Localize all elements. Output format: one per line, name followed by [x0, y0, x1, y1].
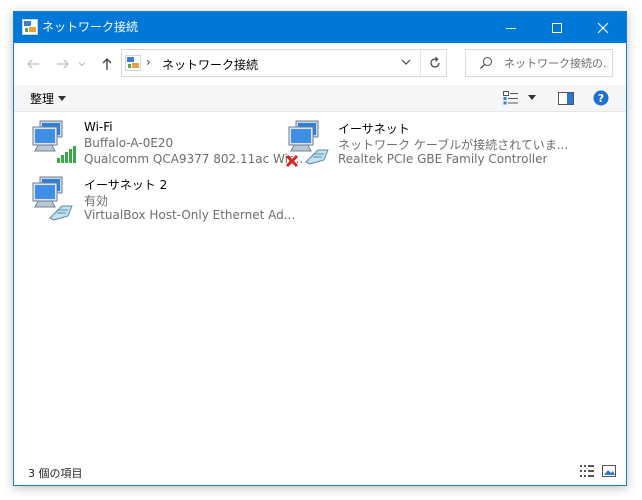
ethernet-disconnected-icon — [284, 120, 334, 170]
minimize-button[interactable] — [488, 12, 534, 43]
large-icons-view-icon — [602, 465, 616, 477]
search-box[interactable] — [465, 49, 613, 77]
arrow-left-icon — [27, 59, 39, 69]
navigation-bar: › ネットワーク接続 — [14, 43, 626, 85]
connection-network: Buffalo-A-0E20 — [84, 136, 174, 150]
recent-locations-button[interactable] — [77, 55, 87, 73]
connection-item-ethernet-2[interactable]: イーサネット 2 有効 VirtualBox Host-Only Etherne… — [30, 176, 295, 228]
connection-name: イーサネット — [338, 122, 410, 136]
minimize-icon — [506, 27, 516, 29]
control-panel-icon — [125, 55, 141, 71]
connection-device: Qualcomm QCA9377 802.11ac Wir... — [84, 152, 304, 166]
item-count: 3 個の項目 — [28, 467, 83, 480]
close-icon — [597, 22, 609, 33]
svg-text:?: ? — [598, 92, 604, 105]
refresh-icon — [429, 56, 440, 68]
help-icon: ? — [593, 90, 609, 106]
address-bar[interactable]: › ネットワーク接続 — [121, 49, 447, 77]
title-bar[interactable]: ネットワーク接続 — [14, 12, 626, 43]
command-bar: 整理 ? — [14, 85, 626, 112]
connection-status: ネットワーク ケーブルが接続されていま... — [338, 138, 569, 152]
maximize-button[interactable] — [534, 12, 580, 43]
status-bar: 3 個の項目 — [14, 460, 626, 485]
connection-device: Realtek PCIe GBE Family Controller — [338, 152, 548, 166]
help-button[interactable]: ? — [592, 89, 610, 107]
breadcrumb-separator[interactable]: › — [146, 55, 151, 69]
window-title: ネットワーク接続 — [42, 20, 139, 34]
address-history-button[interactable] — [400, 56, 412, 71]
connection-name: Wi-Fi — [84, 120, 113, 134]
close-button[interactable] — [580, 12, 626, 43]
details-view-icon — [580, 465, 594, 477]
search-icon — [479, 56, 493, 73]
preview-pane-button[interactable] — [557, 89, 575, 107]
organize-button[interactable]: 整理 — [30, 90, 67, 107]
connections-list[interactable]: Wi-Fi Buffalo-A-0E20 Qualcomm QCA9377 80… — [14, 112, 626, 458]
breadcrumb-network-connections[interactable]: ネットワーク接続 — [162, 56, 258, 73]
connection-item-wifi[interactable]: Wi-Fi Buffalo-A-0E20 Qualcomm QCA9377 80… — [30, 120, 303, 172]
chevron-down-icon — [401, 59, 411, 65]
explorer-window: ネットワーク接続 › ネットワーク接続 ネットワーク接続の... 整理 ? Wi… — [13, 11, 627, 486]
connection-item-ethernet[interactable]: イーサネット ネットワーク ケーブルが接続されていま... Realtek PC… — [284, 120, 568, 172]
caret-down-icon — [528, 95, 536, 100]
refresh-button[interactable] — [420, 50, 448, 76]
network-connections-icon — [22, 19, 38, 35]
maximize-icon — [552, 22, 562, 33]
large-icons-view-toggle[interactable] — [602, 465, 616, 480]
caret-down-icon — [58, 95, 67, 101]
details-view-icon — [503, 91, 518, 105]
ethernet-adapter-icon — [30, 176, 80, 226]
up-button[interactable] — [98, 55, 116, 73]
connection-device: VirtualBox Host-Only Ethernet Ad... — [84, 208, 296, 222]
wifi-adapter-icon — [30, 120, 80, 170]
organize-label: 整理 — [30, 92, 55, 106]
details-view-toggle[interactable] — [580, 465, 594, 480]
search-input[interactable] — [504, 54, 608, 72]
preview-pane-icon — [558, 91, 574, 105]
connection-name: イーサネット 2 — [84, 178, 168, 192]
arrow-up-icon — [102, 58, 112, 70]
view-options-button[interactable] — [526, 89, 538, 107]
back-button[interactable] — [24, 55, 42, 73]
chevron-down-icon — [78, 62, 86, 67]
change-view-button[interactable] — [502, 89, 520, 107]
arrow-right-icon — [57, 59, 69, 69]
connection-status: 有効 — [84, 194, 109, 208]
forward-button[interactable] — [54, 55, 72, 73]
